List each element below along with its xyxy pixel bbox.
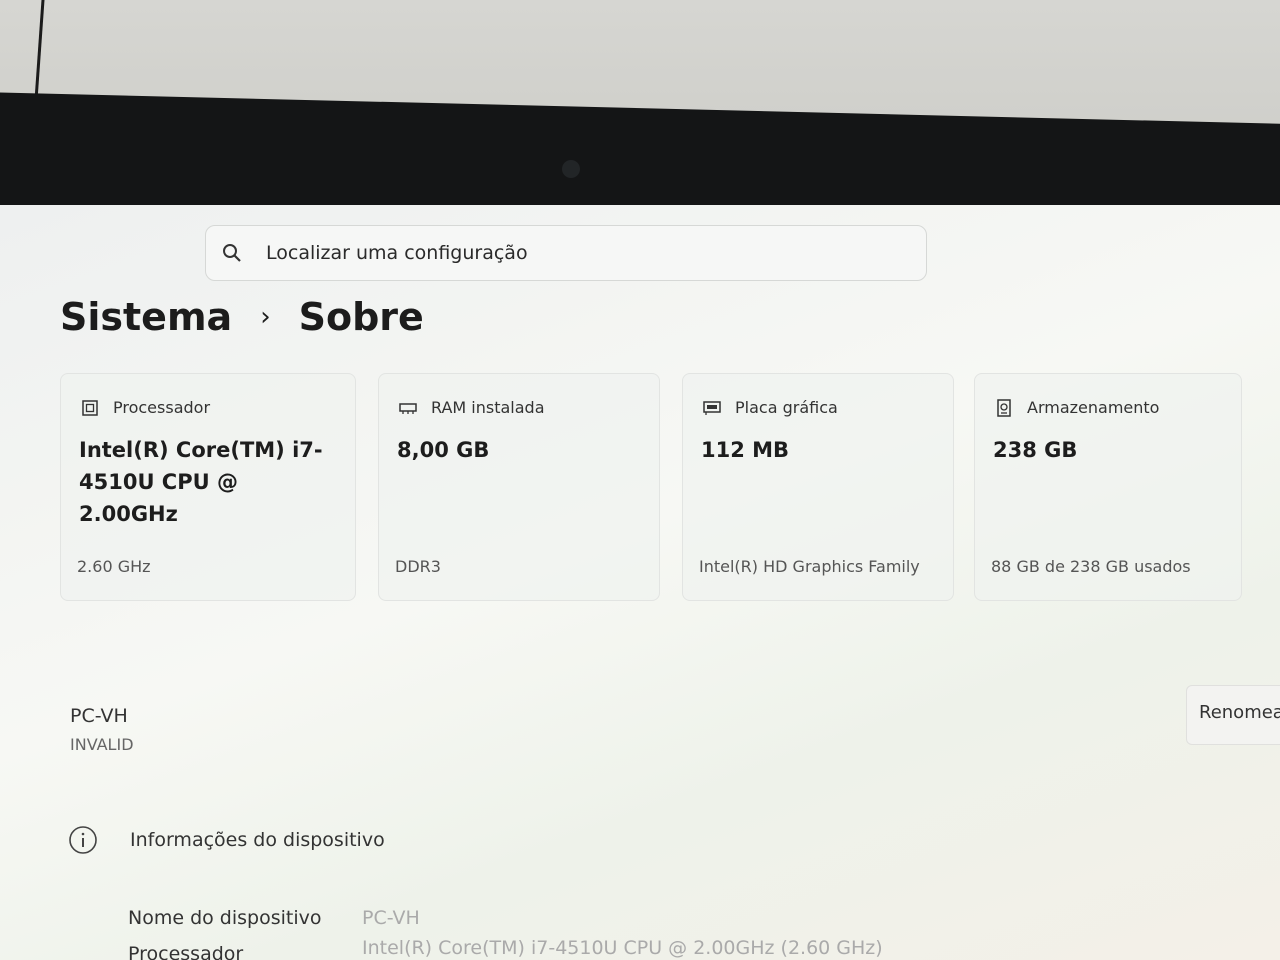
card-value: Intel(R) Core(TM) i7-4510U CPU @ 2.00GHz [79, 438, 323, 526]
device-info-title: Informações do dispositivo [130, 829, 385, 851]
search-box[interactable] [205, 225, 927, 281]
breadcrumb: Sistema › Sobre [60, 295, 424, 339]
breadcrumb-separator: › [260, 302, 271, 332]
device-info-header[interactable]: Informações do dispositivo [68, 825, 385, 855]
card-header: RAM instalada [399, 398, 545, 417]
device-status: INVALID [70, 735, 134, 754]
card-label: Processador [113, 398, 211, 417]
search-icon [222, 243, 242, 263]
card-gpu[interactable]: Placa gráfica 112 MB Intel(R) HD Graphic… [682, 373, 954, 601]
card-header: Armazenamento [995, 398, 1159, 417]
spec-label: Processador [128, 943, 244, 960]
card-footer: 2.60 GHz [77, 557, 151, 576]
card-footer: Intel(R) HD Graphics Family [699, 557, 920, 576]
card-header: Processador [81, 398, 210, 417]
card-footer: DDR3 [395, 557, 441, 576]
card-header: Placa gráfica [703, 398, 838, 417]
spec-value: PC-VH [362, 907, 420, 929]
card-processor[interactable]: Processador Intel(R) Core(TM) i7-4510U C… [60, 373, 356, 601]
card-label: RAM instalada [431, 398, 545, 417]
search-input[interactable] [264, 241, 868, 265]
storage-icon [995, 398, 1013, 417]
settings-window: Sistema › Sobre Processador Intel(R) Cor… [0, 205, 1280, 960]
breadcrumb-parent[interactable]: Sistema [60, 295, 232, 339]
webcam [562, 160, 580, 178]
info-icon [68, 825, 98, 855]
gpu-icon [703, 399, 721, 417]
card-label: Placa gráfica [735, 398, 838, 417]
card-value: 8,00 GB [397, 438, 490, 462]
card-footer: 88 GB de 238 GB usados [991, 557, 1191, 576]
processor-icon [81, 399, 99, 417]
card-value: 238 GB [993, 438, 1078, 462]
spec-label: Nome do dispositivo [128, 907, 322, 929]
device-name: PC-VH [70, 705, 128, 727]
card-label: Armazenamento [1027, 398, 1160, 417]
card-value: 112 MB [701, 438, 790, 462]
rename-button[interactable]: Renomea [1186, 685, 1280, 745]
ram-icon [399, 399, 417, 417]
card-ram[interactable]: RAM instalada 8,00 GB DDR3 [378, 373, 660, 601]
spec-value: Intel(R) Core(TM) i7-4510U CPU @ 2.00GHz… [362, 937, 883, 959]
page-title: Sobre [298, 295, 424, 339]
card-storage[interactable]: Armazenamento 238 GB 88 GB de 238 GB usa… [974, 373, 1242, 601]
